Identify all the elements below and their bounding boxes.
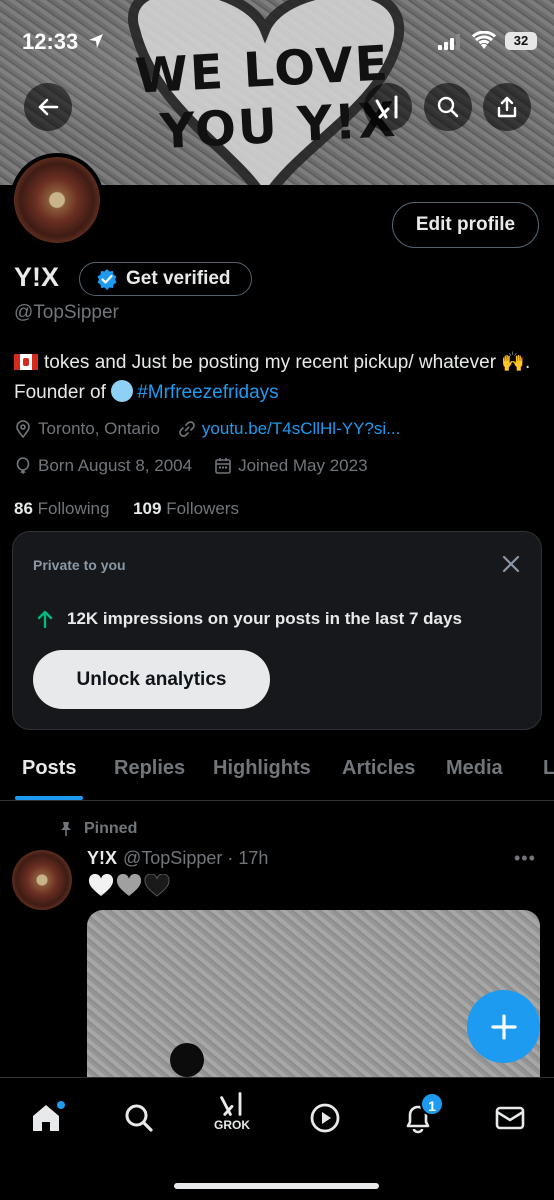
home-unread-dot: [56, 1100, 66, 1110]
home-indicator: [174, 1183, 379, 1189]
nav-video[interactable]: [305, 1098, 345, 1138]
notification-badge: 1: [420, 1092, 444, 1116]
nav-search[interactable]: [119, 1098, 159, 1138]
followers-label: Followers: [166, 499, 239, 518]
birthday-text: Born August 8, 2004: [38, 456, 193, 475]
tab-posts[interactable]: Posts: [22, 757, 76, 780]
grok-icon: [220, 1092, 242, 1116]
wifi-icon: [472, 31, 496, 49]
verified-badge-icon: [97, 269, 117, 290]
following-count: 86: [14, 499, 33, 518]
post-text: [88, 874, 170, 898]
profile-avatar[interactable]: [10, 153, 104, 247]
bio-text: tokes and Just be posting my recent pick…: [44, 352, 497, 373]
edit-profile-button[interactable]: Edit profile: [392, 202, 539, 248]
bio-hashtag-link[interactable]: #Mrfreezefridays: [137, 382, 279, 403]
link-icon: [179, 421, 195, 437]
plus-icon: [490, 1013, 517, 1040]
post-image[interactable]: [87, 910, 540, 1080]
post-meta: @TopSipper · 17h: [123, 848, 269, 868]
search-icon: [125, 1104, 153, 1132]
cold-face-icon: [111, 380, 134, 402]
pin-icon: [61, 822, 71, 836]
following-link[interactable]: 86 Following: [14, 499, 109, 518]
arrow-left-icon: [38, 98, 59, 116]
back-button[interactable]: [24, 83, 72, 131]
play-circle-icon: [310, 1103, 340, 1133]
raised-hands-icon: 🙌: [501, 352, 525, 373]
profile-meta-row: Toronto, Ontario youtu.be/T4sCllHl-YY?si…: [14, 419, 400, 439]
post-author[interactable]: Y!X: [87, 848, 117, 868]
mail-icon: [495, 1106, 525, 1130]
status-bar: 12:33 32: [0, 0, 554, 80]
xai-logo-icon: [375, 95, 398, 119]
followers-link[interactable]: 109 Followers: [133, 499, 239, 518]
follow-stats: 86 Following 109 Followers: [14, 499, 239, 519]
nav-home[interactable]: [26, 1098, 66, 1138]
joined-text: Joined May 2023: [238, 456, 368, 475]
tab-articles[interactable]: Articles: [342, 757, 415, 780]
impressions-text: 12K impressions on your posts in the las…: [67, 609, 462, 628]
nav-grok[interactable]: GROK: [212, 1092, 252, 1132]
grok-label: GROK: [214, 1118, 250, 1132]
card-title: Private to you: [33, 557, 126, 573]
followers-count: 109: [133, 499, 162, 518]
unlock-analytics-button[interactable]: Unlock analytics: [33, 650, 270, 709]
location-arrow-icon: [89, 34, 103, 48]
post-more-button[interactable]: •••: [514, 848, 536, 869]
status-time: 12:33: [22, 29, 79, 54]
arrow-up-icon: [37, 610, 53, 629]
nav-messages[interactable]: [490, 1098, 530, 1138]
tab-replies[interactable]: Replies: [114, 757, 185, 780]
pinned-text: Pinned: [84, 820, 138, 837]
grok-button[interactable]: [364, 83, 412, 131]
search-button[interactable]: [424, 83, 472, 131]
get-verified-label: Get verified: [126, 268, 231, 289]
calendar-icon: [215, 458, 231, 474]
share-icon: [497, 96, 517, 118]
canada-flag-icon: [14, 354, 38, 370]
profile-website-link[interactable]: youtu.be/T4sCllHl-YY?si...: [202, 419, 400, 439]
following-label: Following: [37, 499, 110, 518]
post-avatar[interactable]: [12, 850, 72, 910]
tab-highlights[interactable]: Highlights: [213, 757, 311, 780]
close-icon[interactable]: [500, 553, 522, 575]
bottom-navigation: GROK 1: [0, 1077, 554, 1200]
profile-bio: tokes and Just be posting my recent pick…: [14, 348, 534, 408]
active-tab-indicator: [15, 796, 83, 800]
private-analytics-card: Private to you 12K impressions on your p…: [12, 531, 542, 730]
search-icon: [437, 96, 459, 118]
image-detail: [170, 1043, 204, 1077]
tab-media[interactable]: Media: [446, 757, 503, 780]
nav-notifications[interactable]: 1: [398, 1092, 444, 1138]
white-heart-icon: [88, 874, 114, 896]
post-header: Y!X @TopSipper · 17h: [87, 848, 268, 869]
battery-indicator: 32: [505, 32, 537, 50]
pinned-label: Pinned: [58, 820, 137, 838]
impressions-stat: 12K impressions on your posts in the las…: [35, 609, 462, 629]
share-button[interactable]: [483, 83, 531, 131]
black-heart-icon: [144, 874, 170, 897]
profile-tabs: Posts Replies Highlights Articles Media …: [0, 745, 554, 801]
compose-post-button[interactable]: [467, 990, 540, 1063]
user-handle: @TopSipper: [14, 302, 119, 323]
avatar-image: [14, 157, 100, 243]
balloon-icon: [16, 457, 30, 474]
location-pin-icon: [16, 420, 30, 438]
grey-heart-icon: [116, 874, 142, 896]
display-name: Y!X: [14, 262, 60, 292]
location-text: Toronto, Ontario: [38, 419, 160, 438]
tab-likes[interactable]: L: [543, 757, 554, 780]
get-verified-button[interactable]: Get verified: [79, 262, 252, 296]
profile-meta-row-2: Born August 8, 2004 Joined May 2023: [14, 456, 368, 476]
signal-icon: [438, 34, 460, 50]
